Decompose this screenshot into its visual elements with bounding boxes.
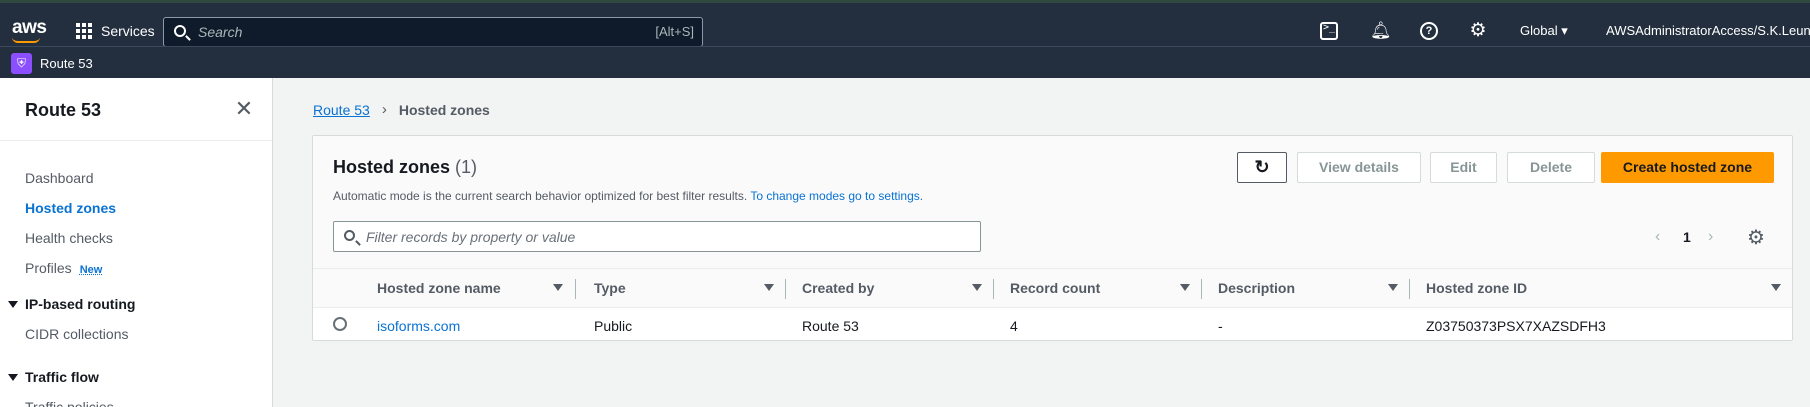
side-navigation: Route 53 ✕ Dashboard Hosted zones Health… bbox=[0, 78, 273, 407]
help-icon[interactable]: ? bbox=[1420, 22, 1438, 40]
sidebar-item-health-checks[interactable]: Health checks bbox=[25, 230, 113, 246]
previous-page-button[interactable]: ‹ bbox=[1655, 228, 1660, 246]
panel-header: Hosted zones (1) Automatic mode is the c… bbox=[313, 136, 1792, 268]
column-header-record-count[interactable]: Record count bbox=[1010, 280, 1100, 296]
column-divider[interactable] bbox=[1201, 279, 1202, 299]
page-title: Hosted zones (1) bbox=[333, 157, 477, 178]
cell-record-count: 4 bbox=[1010, 318, 1018, 334]
description-text: Automatic mode is the current search beh… bbox=[333, 189, 748, 203]
services-label: Services bbox=[101, 23, 155, 39]
search-icon bbox=[344, 230, 355, 241]
close-icon[interactable]: ✕ bbox=[234, 98, 254, 120]
sidebar-section-traffic-flow[interactable]: Traffic flow bbox=[8, 369, 99, 385]
sort-icon[interactable] bbox=[764, 284, 774, 291]
sidebar-title[interactable]: Route 53 bbox=[25, 100, 101, 121]
refresh-button[interactable]: ↻ bbox=[1237, 152, 1287, 183]
breadcrumb: Route 53 › Hosted zones bbox=[313, 101, 490, 118]
search-mode-description: Automatic mode is the current search beh… bbox=[333, 189, 923, 203]
column-divider[interactable] bbox=[993, 279, 994, 299]
new-badge: New bbox=[79, 264, 103, 276]
column-divider[interactable] bbox=[1409, 279, 1410, 299]
hosted-zones-panel: Hosted zones (1) Automatic mode is the c… bbox=[312, 135, 1793, 341]
search-shortcut-hint: [Alt+S] bbox=[655, 24, 694, 39]
panel-title-text: Hosted zones bbox=[333, 157, 451, 177]
cell-description: - bbox=[1218, 318, 1223, 334]
services-menu-button[interactable]: Services bbox=[76, 23, 155, 39]
sidebar-item-profiles[interactable]: Profiles New bbox=[25, 260, 102, 276]
column-header-hosted-zone-name[interactable]: Hosted zone name bbox=[377, 280, 501, 296]
aws-smile-icon bbox=[12, 37, 40, 43]
search-input[interactable] bbox=[198, 22, 618, 42]
grid-icon bbox=[76, 23, 92, 39]
zone-count: (1) bbox=[455, 157, 478, 177]
section-label: Traffic flow bbox=[25, 369, 99, 385]
current-page-number[interactable]: 1 bbox=[1683, 229, 1691, 245]
bell-icon[interactable]: 🔔︎ bbox=[1370, 22, 1392, 40]
column-header-type[interactable]: Type bbox=[594, 280, 626, 296]
caret-down-icon bbox=[8, 300, 18, 308]
sidebar-item-hosted-zones[interactable]: Hosted zones bbox=[25, 200, 116, 216]
edit-button[interactable]: Edit bbox=[1430, 152, 1497, 183]
column-header-created-by[interactable]: Created by bbox=[802, 280, 874, 296]
gear-icon[interactable]: ⚙ bbox=[1469, 21, 1487, 40]
create-hosted-zone-button[interactable]: Create hosted zone bbox=[1601, 152, 1774, 183]
sort-icon[interactable] bbox=[972, 284, 982, 291]
sidebar-item-traffic-policies[interactable]: Traffic policies bbox=[25, 399, 114, 407]
sidebar-divider bbox=[0, 140, 272, 141]
sort-icon[interactable] bbox=[553, 284, 563, 291]
service-bar: ⛨ Route 53 bbox=[0, 46, 1810, 78]
sidebar-item-cidr-collections[interactable]: CIDR collections bbox=[25, 326, 128, 342]
breadcrumb-root-link[interactable]: Route 53 bbox=[313, 102, 370, 118]
column-header-hosted-zone-id[interactable]: Hosted zone ID bbox=[1426, 280, 1527, 296]
sidebar-item-dashboard[interactable]: Dashboard bbox=[25, 170, 94, 186]
row-select-radio[interactable] bbox=[333, 317, 347, 331]
global-search[interactable]: [Alt+S] bbox=[163, 17, 703, 47]
cell-created-by: Route 53 bbox=[802, 318, 859, 334]
region-selector[interactable]: Global ▾ bbox=[1520, 23, 1568, 39]
filter-input[interactable] bbox=[366, 227, 966, 247]
sidebar-section-ip-based-routing[interactable]: IP-based routing bbox=[8, 296, 135, 312]
sort-icon[interactable] bbox=[1771, 284, 1781, 291]
breadcrumb-current: Hosted zones bbox=[398, 101, 490, 118]
next-page-button[interactable]: › bbox=[1708, 228, 1713, 246]
column-divider[interactable] bbox=[575, 279, 576, 299]
aws-logo[interactable]: aws bbox=[12, 17, 47, 39]
filter-field[interactable] bbox=[333, 221, 981, 252]
sort-icon[interactable] bbox=[1180, 284, 1190, 291]
cell-hosted-zone-id: Z03750373PSX7XAZSDFH3 bbox=[1426, 318, 1606, 334]
caret-down-icon bbox=[8, 373, 18, 381]
sidebar-item-label: Profiles bbox=[25, 260, 72, 276]
cloudshell-icon[interactable] bbox=[1320, 22, 1338, 40]
cell-type: Public bbox=[594, 318, 633, 334]
service-name[interactable]: Route 53 bbox=[40, 56, 93, 71]
column-divider[interactable] bbox=[785, 279, 786, 299]
account-menu[interactable]: AWSAdministratorAccess/S.K.Leung@ bbox=[1606, 23, 1810, 38]
change-modes-link[interactable]: To change modes go to settings. bbox=[750, 189, 923, 203]
section-label: IP-based routing bbox=[25, 296, 136, 312]
table-header: Hosted zone name Type Created by Record … bbox=[313, 268, 1792, 308]
search-icon bbox=[174, 25, 186, 37]
chevron-right-icon: › bbox=[381, 101, 387, 118]
delete-button[interactable]: Delete bbox=[1507, 152, 1595, 183]
sort-icon[interactable] bbox=[1388, 284, 1398, 291]
table-settings-gear-icon[interactable]: ⚙ bbox=[1747, 225, 1765, 250]
column-header-description[interactable]: Description bbox=[1218, 280, 1295, 296]
route53-service-icon[interactable]: ⛨ bbox=[11, 53, 32, 74]
table-row[interactable]: isoforms.com Public Route 53 4 - Z037503… bbox=[313, 308, 1792, 342]
hosted-zone-name-link[interactable]: isoforms.com bbox=[377, 318, 460, 334]
view-details-button[interactable]: View details bbox=[1297, 152, 1421, 183]
